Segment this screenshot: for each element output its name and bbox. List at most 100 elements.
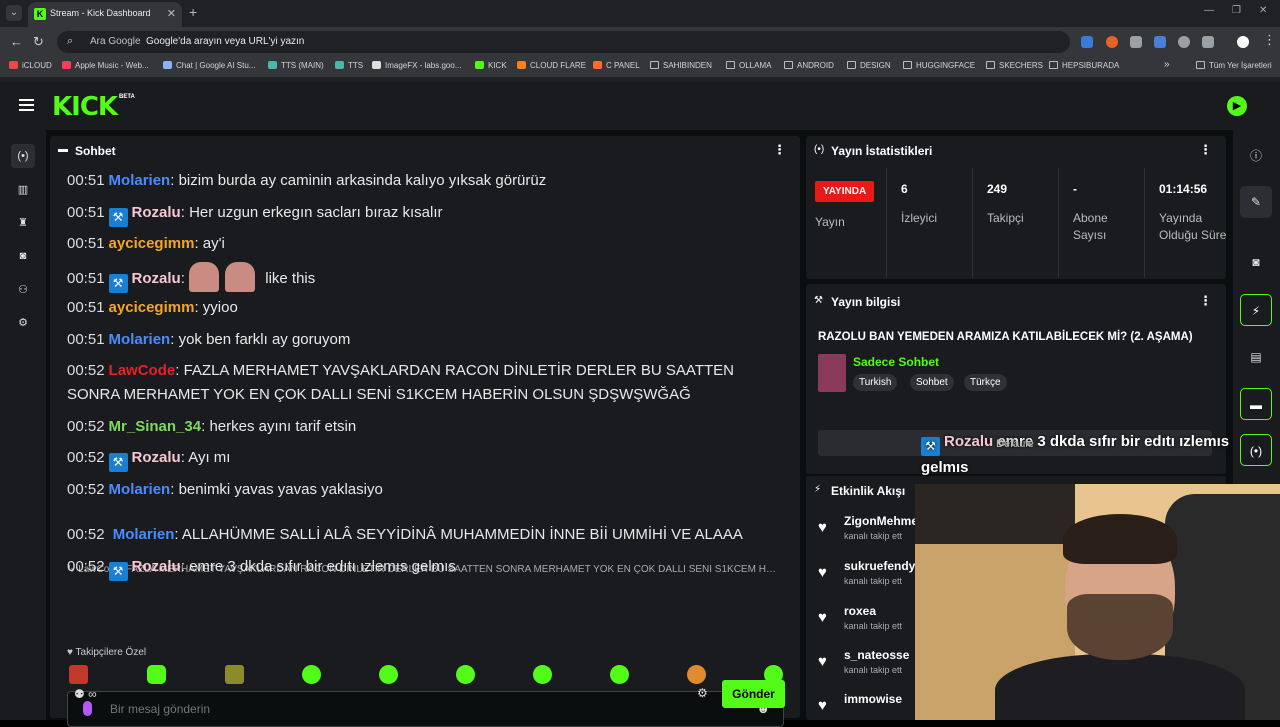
extension-icon[interactable] [1130, 36, 1142, 48]
focus-icon[interactable]: ◙ [1240, 246, 1272, 278]
emote-icon[interactable] [69, 665, 88, 684]
bookmark[interactable]: Chat | Google AI Stu... [163, 61, 255, 70]
settings-icon[interactable]: ⚙ [11, 311, 35, 335]
stream-stats-panel: (•) Yayın İstatistikleri ⋮ YAYINDA Yayın… [806, 136, 1226, 279]
notes-icon[interactable]: ▤ [1240, 341, 1272, 373]
broadcast-icon[interactable]: (•) [1240, 434, 1272, 466]
all-bookmarks-folder[interactable]: Tüm Yer İşaretleri [1196, 61, 1272, 70]
chat-header: ▬ Sohbet ⋮ [50, 136, 800, 164]
moderator-badge-icon: ⚒ [108, 453, 128, 472]
chat-message[interactable]: 00:52 ⚒ Rozalu: Ayı mı [67, 444, 230, 472]
chat-icon[interactable]: ▬ [1240, 388, 1272, 420]
edit-icon[interactable]: ✎ [1240, 186, 1272, 218]
profile-icon[interactable] [1237, 36, 1249, 48]
new-tab-icon[interactable]: + [189, 4, 197, 20]
info-icon[interactable]: ⓘ [1240, 140, 1272, 172]
stat-value: 6 [901, 182, 908, 196]
overlay-underlay-text: Defaule [996, 438, 1034, 450]
stat-viewers: 6 İzleyici [886, 168, 972, 278]
bookmark[interactable]: C PANEL [593, 61, 640, 70]
minimize-icon[interactable]: — [1204, 5, 1214, 16]
bookmark[interactable]: iCLOUD [9, 61, 52, 70]
trophy-icon[interactable]: ♜ [11, 211, 35, 235]
chat-message[interactable]: 00:52 ⚒ Rozalu: emre 3 dkda sıfır bir edıt… [67, 553, 456, 581]
tag[interactable]: Türkçe [964, 374, 1007, 391]
stat-value: 249 [987, 182, 1008, 196]
tab-search-icon[interactable]: ⌄ [6, 5, 22, 21]
bookmark[interactable]: TTS (MAIN) [268, 61, 324, 70]
stat-label: İzleyici [901, 211, 938, 225]
chat-message[interactable]: 00:52 Molarien: benimki yavas yavas yakla… [67, 476, 383, 504]
emote-icon[interactable] [456, 665, 475, 684]
followers-only-label: ♥ Takipçilere Özel [67, 647, 147, 658]
emote-icon[interactable] [610, 665, 629, 684]
channel-points[interactable]: ⚉ ∞ [74, 687, 97, 701]
back-icon[interactable]: ← [10, 34, 23, 49]
focus-icon[interactable]: ◙ [11, 244, 35, 268]
more-options-icon[interactable]: ⋮ [773, 142, 786, 158]
bookmark-folder[interactable]: OLLAMA [726, 61, 771, 70]
bookmark[interactable]: CLOUD FLARE [517, 61, 586, 70]
emote-icon[interactable] [225, 665, 244, 684]
stat-label: Yayında Olduğu Süre [1159, 211, 1227, 242]
bookmark[interactable]: TTS [335, 61, 363, 70]
bookmark-folder[interactable]: HUGGINGFACE [903, 61, 975, 70]
chat-message[interactable]: 00:51 ⚒ Rozalu: like this [67, 262, 315, 293]
emote-icon[interactable] [687, 665, 706, 684]
user-avatar[interactable]: ▶ [1227, 96, 1247, 116]
category-link[interactable]: Sadece Sohbet [853, 355, 939, 369]
chat-message[interactable]: 00:51 aycicegimm: yyioo [67, 294, 238, 322]
bookmark[interactable]: ImageFX - labs.goo... [372, 61, 461, 70]
tag[interactable]: Sohbet [910, 374, 954, 391]
bookmark[interactable]: KICK [475, 61, 507, 70]
chat-message[interactable]: 00:52 Mr_Sinan_34: herkes ayını tarif ets… [67, 413, 356, 441]
bookmark[interactable]: Apple Music - Web... [62, 61, 149, 70]
more-options-icon[interactable]: ⋮ [1199, 293, 1212, 309]
more-options-icon[interactable]: ⋮ [1199, 142, 1212, 158]
bookmark-folder[interactable]: ANDROID [784, 61, 834, 70]
analytics-icon[interactable]: ▥ [11, 178, 35, 202]
category-thumbnail[interactable] [818, 354, 846, 392]
tab-close-icon[interactable]: ✕ [167, 7, 176, 20]
extension-icon[interactable] [1106, 36, 1118, 48]
chat-message[interactable]: 00:51 Molarien: yok ben farklı ay goruyom [67, 326, 350, 354]
emote-icon[interactable] [533, 665, 552, 684]
stream-broadcast-icon[interactable]: (•) [11, 144, 35, 168]
events-title: Etkinlik Akışı [831, 484, 906, 498]
browser-tab[interactable]: K Stream - Kick Dashboard ✕ [28, 2, 182, 27]
users-icon[interactable]: ⚇ [11, 278, 35, 302]
emote-icon[interactable] [379, 665, 398, 684]
chat-message[interactable]: 00:52 Molarien: ALLAHÜMME SALLİ ALÂ SEYY… [67, 521, 743, 549]
send-button[interactable]: Gönder [722, 680, 785, 708]
microphone-icon[interactable] [83, 701, 92, 716]
puzzle-icon[interactable] [1202, 36, 1214, 48]
chat-message[interactable]: 00:51 Molarien: bizim burda ay caminin ar… [67, 167, 546, 195]
bookmark-folder[interactable]: HEPSIBURADA [1049, 61, 1119, 70]
kick-logo[interactable]: KICK [52, 92, 118, 122]
emote-icon[interactable] [147, 665, 166, 684]
bookmark-folder[interactable]: DESIGN [847, 61, 891, 70]
chat-settings-icon[interactable]: ⚙ [697, 686, 708, 700]
chat-message[interactable]: 00:51 ⚒ Rozalu: Her uzgun erkegın sacları … [67, 199, 443, 227]
chat-message[interactable]: 00:51 aycicegimm: ay'i [67, 230, 225, 258]
bookmark-folder[interactable]: SAHIBINDEN [650, 61, 712, 70]
close-window-icon[interactable]: ✕ [1259, 5, 1267, 16]
more-bookmarks-icon[interactable]: » [1164, 59, 1170, 70]
menu-dots-icon[interactable]: ⋮ [1263, 32, 1276, 48]
reload-icon[interactable]: ↻ [33, 34, 44, 50]
chat-input-box[interactable]: ☻ [67, 691, 784, 727]
search-icon: ⌕ [67, 35, 74, 47]
extension-icon[interactable] [1178, 36, 1190, 48]
omnibox[interactable]: ⌕ Ara Google Google'da arayın veya URL'y… [57, 31, 1070, 53]
webcam-hair [1063, 514, 1177, 564]
emote-icon[interactable] [302, 665, 321, 684]
translate-icon[interactable] [1154, 36, 1166, 48]
bookmark-folder[interactable]: SKECHERS [986, 61, 1043, 70]
chat-input[interactable] [110, 702, 730, 716]
extension-icon[interactable] [1081, 36, 1093, 48]
restore-icon[interactable]: ❐ [1232, 5, 1241, 16]
stat-label: Abone Sayısı [1073, 211, 1108, 242]
tag[interactable]: Turkish [853, 374, 898, 391]
lightning-icon[interactable]: ⚡ [1240, 294, 1272, 326]
hamburger-menu-icon[interactable] [19, 99, 34, 111]
